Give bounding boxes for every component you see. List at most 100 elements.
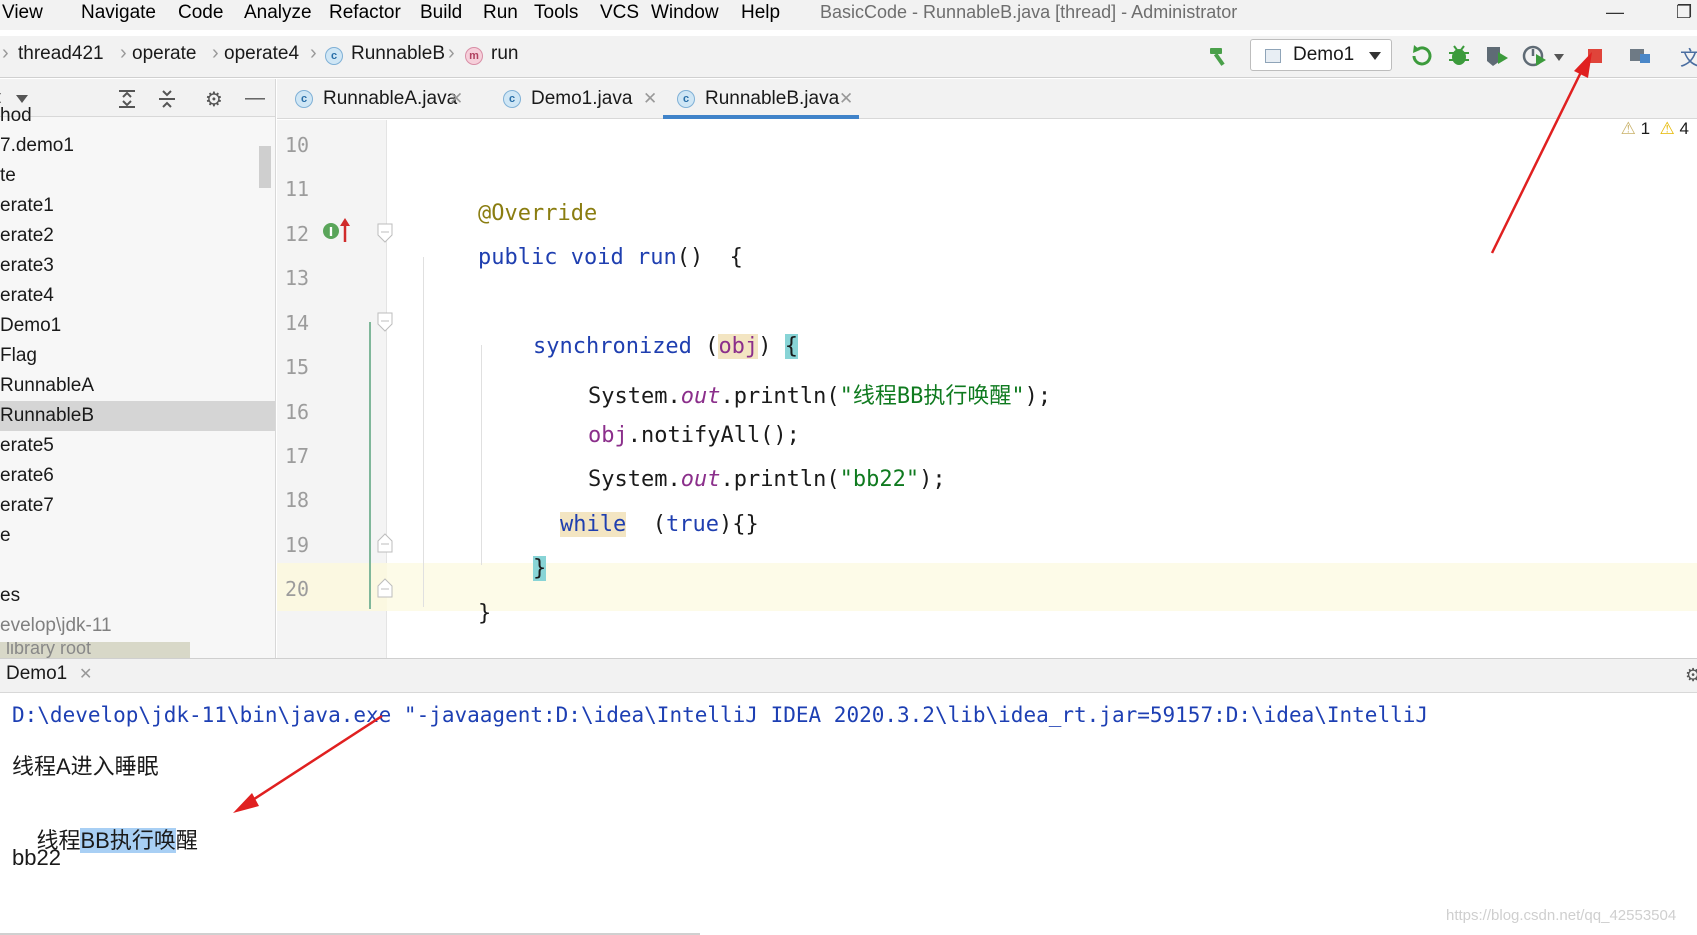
gear-icon[interactable]: ⚙ xyxy=(1685,665,1697,686)
close-icon[interactable]: ✕ xyxy=(449,79,463,119)
menu-tools[interactable]: Tools xyxy=(534,2,578,24)
breadcrumb-separator-icon: › xyxy=(310,42,317,64)
code-token: () { xyxy=(676,245,743,270)
run-tab-demo1[interactable]: Demo1 xyxy=(6,663,67,685)
translate-icon[interactable]: 文 xyxy=(1680,42,1697,71)
runnable-class-icon: c xyxy=(503,90,521,108)
close-icon[interactable]: ✕ xyxy=(643,79,657,119)
class-icon: c xyxy=(295,90,313,108)
menu-analyze[interactable]: Analyze xyxy=(244,2,312,24)
menu-vcs[interactable]: VCS xyxy=(600,2,639,24)
coverage-icon[interactable] xyxy=(1484,43,1510,69)
tree-item[interactable]: hod xyxy=(0,101,275,131)
rerun-icon[interactable] xyxy=(1408,43,1434,69)
run-configuration-label: Demo1 xyxy=(1293,44,1355,65)
tree-item-selected[interactable]: RunnableB xyxy=(0,401,275,431)
profile-icon[interactable] xyxy=(1522,43,1548,69)
breadcrumb-separator-icon: › xyxy=(448,42,455,64)
code-line-20[interactable]: } xyxy=(425,576,491,651)
tree-item-label: es xyxy=(0,585,21,606)
restore-icon[interactable]: ❐ xyxy=(1676,2,1692,23)
menu-refactor[interactable]: Refactor xyxy=(329,2,401,24)
more-run-options-chevron-icon[interactable] xyxy=(1554,54,1564,61)
stop-icon[interactable] xyxy=(1582,43,1608,69)
code-token: ){} xyxy=(718,512,759,537)
tree-item[interactable]: erate2 xyxy=(0,221,275,251)
breadcrumb-item-operate[interactable]: operate xyxy=(132,43,196,65)
tree-item[interactable]: Demo1 xyxy=(0,311,275,341)
menu-window-label: Window xyxy=(651,2,719,23)
project-tool-window: t ⚙ — hod 7.demo1 te erate1 erate2 erate… xyxy=(0,79,276,658)
breadcrumb-item-operate4[interactable]: operate4 xyxy=(224,43,299,65)
tree-item-label: erate3 xyxy=(0,255,54,276)
selected-text: BB执行唤 xyxy=(80,828,176,853)
menu-run[interactable]: Run xyxy=(483,2,518,24)
line-number: 14 xyxy=(285,311,310,335)
tree-item-label: erate1 xyxy=(0,195,54,216)
watermark: https://blog.csdn.net/qq_42553504 xyxy=(1446,907,1677,924)
string-token: "线程BB执行唤醒" xyxy=(839,384,1025,409)
breadcrumb-item-run[interactable]: run xyxy=(491,43,518,65)
tree-item-sdk[interactable]: evelop\jdk-11 xyxy=(0,611,275,641)
library-root-label: library root xyxy=(0,642,190,658)
inspection-widget[interactable]: ⚠ 1 ⚠ 4 xyxy=(1621,119,1689,139)
tree-item[interactable]: Flag xyxy=(0,341,275,371)
warning-count: 4 xyxy=(1679,119,1689,138)
class-icon: c xyxy=(677,90,695,108)
implements-method-icon[interactable]: I xyxy=(322,216,354,246)
run-configuration-select[interactable]: Demo1 xyxy=(1250,39,1392,71)
matched-brace-token: } xyxy=(532,556,547,581)
run-tab-bar: Demo1 ✕ ⚙ xyxy=(0,659,1697,693)
breadcrumb-item-runnableb[interactable]: RunnableB xyxy=(351,43,445,65)
close-icon[interactable]: ✕ xyxy=(79,664,92,684)
tree-item-label: e xyxy=(0,525,11,546)
minimize-icon[interactable]: — xyxy=(1606,2,1624,23)
menu-view[interactable]: View xyxy=(2,2,43,24)
tree-item[interactable]: 7.demo1 xyxy=(0,131,275,161)
tree-item[interactable]: erate5 xyxy=(0,431,275,461)
console-text: 醒 xyxy=(175,828,198,853)
tree-item[interactable]: es xyxy=(0,581,275,611)
menu-build-label: Build xyxy=(420,2,463,23)
tab-demo1-java[interactable]: c Demo1.java ✕ xyxy=(495,79,670,119)
code-line-12[interactable]: public void run() { xyxy=(425,220,743,295)
vcs-change-marker[interactable] xyxy=(369,322,371,609)
tree-item[interactable]: erate6 xyxy=(0,461,275,491)
fold-end-icon[interactable] xyxy=(376,577,394,599)
menu-code[interactable]: Code xyxy=(178,2,223,24)
menu-help-label: Help xyxy=(741,2,781,23)
menu-navigate[interactable]: Navigate xyxy=(81,2,156,24)
breadcrumb-separator-icon: › xyxy=(212,42,219,64)
tree-item[interactable]: RunnableA xyxy=(0,371,275,401)
weak-warning-count: 1 xyxy=(1640,119,1651,138)
tree-item[interactable]: erate1 xyxy=(0,191,275,221)
tree-item[interactable]: e xyxy=(0,521,275,551)
breadcrumb-item-thread421[interactable]: thread421 xyxy=(18,43,104,65)
menu-window[interactable]: Window xyxy=(651,2,719,24)
tree-item[interactable]: erate7 xyxy=(0,491,275,521)
debug-icon[interactable] xyxy=(1446,43,1472,69)
breadcrumb-separator-icon: › xyxy=(2,42,9,64)
project-panel-scrollbar[interactable] xyxy=(259,146,271,188)
console-command-line: D:\develop\jdk-11\bin\java.exe "-javaage… xyxy=(12,703,1429,727)
tab-runnablea-java[interactable]: c RunnableA.java ✕ xyxy=(287,79,467,119)
tree-item[interactable]: te xyxy=(0,161,275,191)
fold-collapse-icon[interactable] xyxy=(376,311,394,333)
tab-runnableb-java[interactable]: c RunnableB.java ✕ xyxy=(663,79,859,119)
menu-code-label: Code xyxy=(178,2,224,23)
fold-collapse-icon[interactable] xyxy=(376,222,394,244)
tree-item[interactable]: erate3 xyxy=(0,251,275,281)
tree-item[interactable]: erate4 xyxy=(0,281,275,311)
close-icon[interactable]: ✕ xyxy=(839,79,853,119)
keyword-token: public xyxy=(477,245,558,270)
console-output-line: bb22 xyxy=(12,845,61,870)
line-number: 19 xyxy=(285,533,310,557)
tree-item-label: RunnableB xyxy=(0,405,95,426)
project-structure-icon[interactable] xyxy=(1628,43,1654,69)
tree-item-label: erate2 xyxy=(0,225,54,246)
build-hammer-icon[interactable] xyxy=(1206,43,1232,69)
menu-build[interactable]: Build xyxy=(420,2,462,24)
menu-help[interactable]: Help xyxy=(741,2,780,24)
fold-end-icon[interactable] xyxy=(376,532,394,554)
console-output-line: 线程A进入睡眠 xyxy=(12,754,159,779)
